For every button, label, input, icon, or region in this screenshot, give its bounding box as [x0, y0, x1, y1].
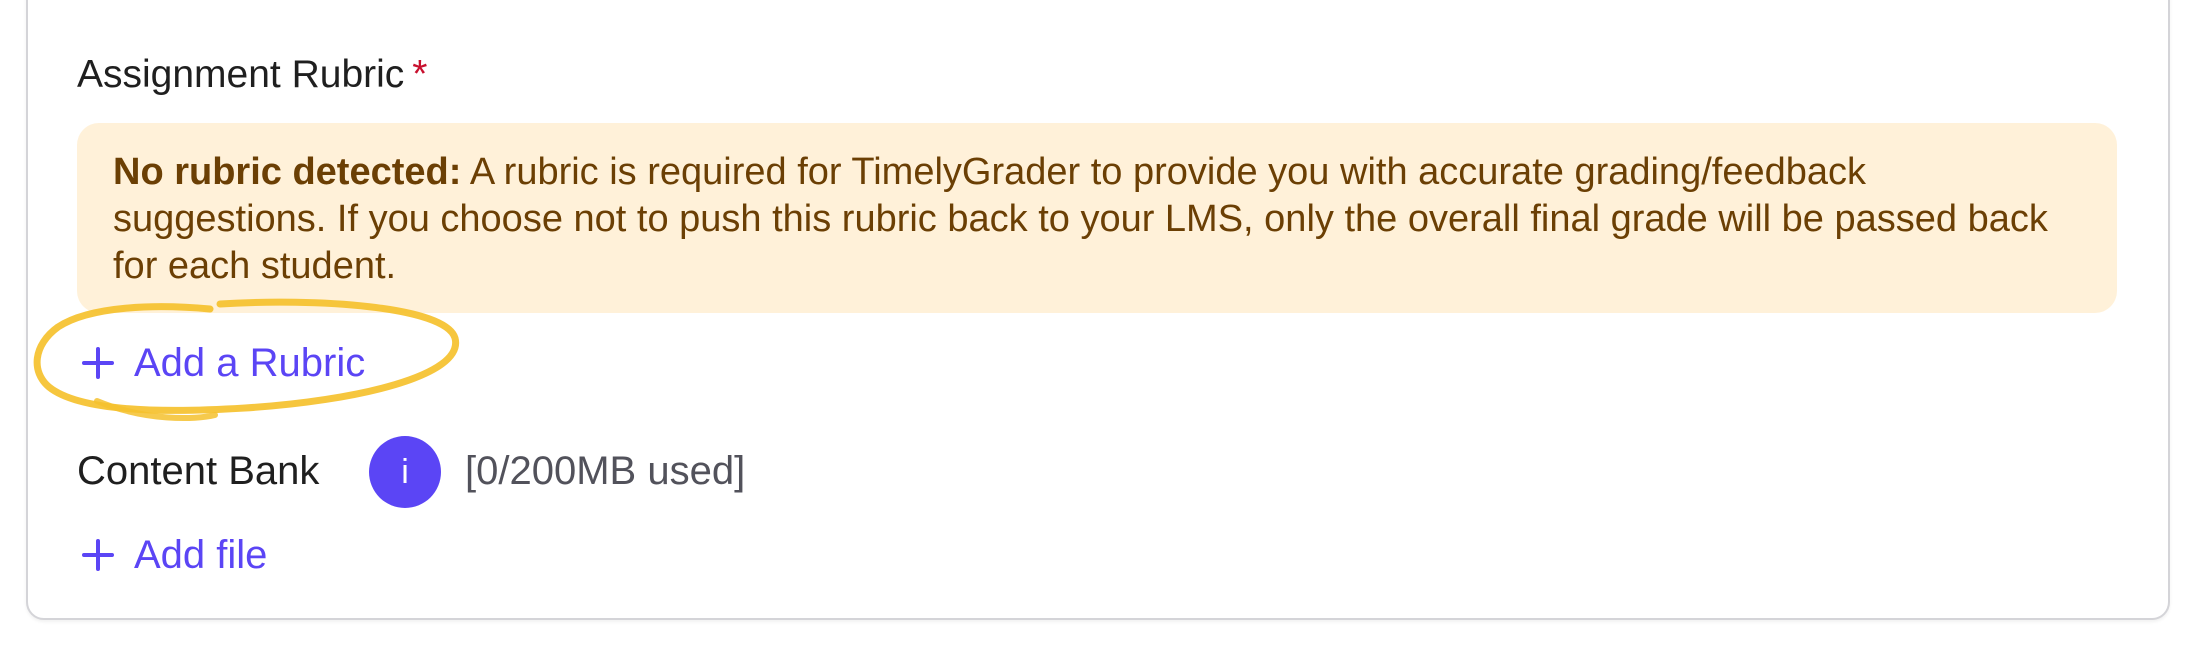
assignment-rubric-label: Assignment Rubric * [77, 50, 427, 100]
assignment-rubric-label-text: Assignment Rubric [77, 53, 405, 96]
add-rubric-button[interactable]: Add a Rubric [80, 338, 365, 388]
content-bank-usage: [0/200MB used] [465, 449, 746, 493]
info-icon[interactable]: i [369, 436, 441, 508]
required-marker: * [412, 53, 428, 96]
add-file-button[interactable]: Add file [80, 530, 267, 580]
add-rubric-label: Add a Rubric [134, 341, 366, 385]
alert-title: No rubric detected: [113, 151, 462, 193]
plus-icon [82, 539, 114, 571]
assignment-form-page: Assignment Rubric * No rubric detected: A… [0, 0, 2195, 645]
add-file-label: Add file [134, 533, 268, 577]
no-rubric-alert: No rubric detected: A rubric is required… [77, 123, 2117, 313]
plus-icon [82, 347, 114, 379]
content-bank-label: Content Bank [77, 449, 320, 493]
